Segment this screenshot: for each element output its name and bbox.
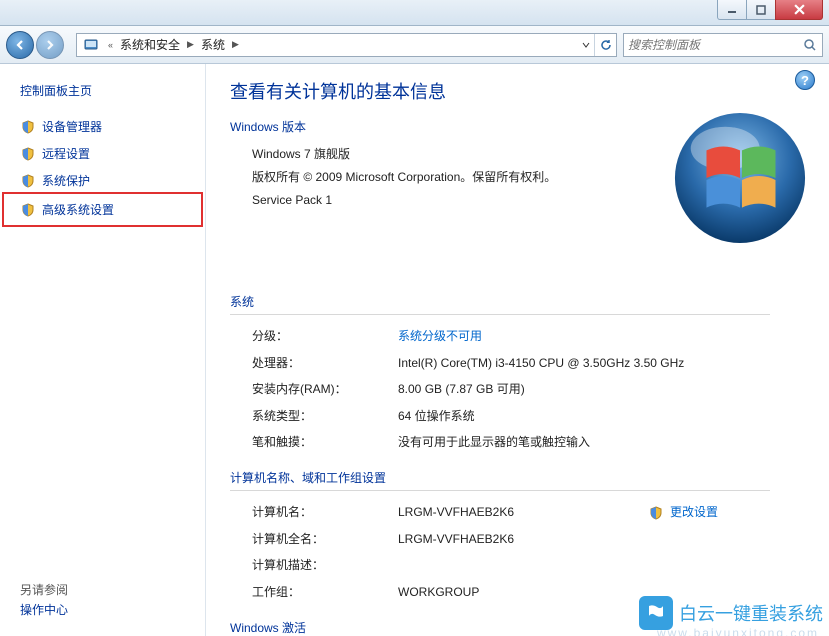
sidebar-item-advanced-system-settings[interactable]: 高级系统设置 xyxy=(6,196,199,223)
computer-fullname-value: LRGM-VVFHAEB2K6 xyxy=(398,526,805,552)
maximize-button[interactable] xyxy=(746,0,776,20)
sidebar-item-label: 高级系统设置 xyxy=(42,201,114,218)
ram-value: 8.00 GB (7.87 GB 可用) xyxy=(398,376,805,402)
window-titlebar xyxy=(0,0,829,26)
breadcrumb: « 系统和安全 ▶ 系统 ▶ xyxy=(105,34,242,56)
section-system: 系统 xyxy=(230,293,770,315)
page-title: 查看有关计算机的基本信息 xyxy=(230,78,805,104)
watermark: 白云一键重装系统 xyxy=(639,596,823,630)
processor-label: 处理器： xyxy=(252,350,398,376)
main-panel: ? 查看有关计算机的基本信息 Windows 版本 Windows 7 旗舰版 … xyxy=(206,64,829,636)
address-bar[interactable]: « 系统和安全 ▶ 系统 ▶ xyxy=(76,33,617,57)
computer-desc-label: 计算机描述： xyxy=(252,552,398,578)
search-icon[interactable] xyxy=(802,37,818,53)
computer-name-label: 计算机名： xyxy=(252,499,398,525)
sidebar-item-device-manager[interactable]: 设备管理器 xyxy=(0,113,205,140)
sidebar-item-label: 设备管理器 xyxy=(42,118,102,135)
shield-icon xyxy=(20,173,36,189)
sidebar-see-also: 另请参阅 xyxy=(20,581,68,598)
shield-icon xyxy=(20,202,36,218)
chevron-right-icon: ▶ xyxy=(184,39,197,50)
breadcrumb-root-arrow[interactable]: « xyxy=(105,40,116,50)
search-box[interactable] xyxy=(623,33,823,57)
nav-forward-button[interactable] xyxy=(36,31,64,59)
sidebar-item-remote-settings[interactable]: 远程设置 xyxy=(0,140,205,167)
pen-touch-value: 没有可用于此显示器的笔或触控输入 xyxy=(398,429,805,455)
shield-icon xyxy=(20,119,36,135)
computer-desc-value xyxy=(398,552,805,578)
system-type-value: 64 位操作系统 xyxy=(398,403,805,429)
toolbar: « 系统和安全 ▶ 系统 ▶ xyxy=(0,26,829,64)
sidebar-item-label: 远程设置 xyxy=(42,145,90,162)
rating-link[interactable]: 系统分级不可用 xyxy=(398,329,482,343)
refresh-button[interactable] xyxy=(594,34,616,56)
shield-icon xyxy=(20,146,36,162)
system-type-label: 系统类型： xyxy=(252,403,398,429)
sidebar-action-center[interactable]: 操作中心 xyxy=(20,601,68,618)
sidebar-item-label: 系统保护 xyxy=(42,172,90,189)
minimize-button[interactable] xyxy=(717,0,747,20)
watermark-badge-icon xyxy=(639,596,673,630)
computer-name-value: LRGM-VVFHAEB2K6 xyxy=(398,499,648,525)
change-settings-label: 更改设置 xyxy=(670,499,718,525)
nav-back-button[interactable] xyxy=(6,31,34,59)
window-control-buttons xyxy=(718,0,823,20)
windows-logo xyxy=(671,108,809,248)
watermark-url: www.baiyunxitong.com xyxy=(657,626,819,636)
sidebar-item-system-protection[interactable]: 系统保护 xyxy=(0,167,205,194)
watermark-brand: 白云一键重装系统 xyxy=(679,600,823,626)
content-area: 控制面板主页 设备管理器 远程设置 系统保护 高级系统设置 另请参阅 操作中心 … xyxy=(0,64,829,636)
processor-value: Intel(R) Core(TM) i3-4150 CPU @ 3.50GHz … xyxy=(398,350,805,376)
control-panel-icon xyxy=(81,35,101,55)
change-settings-link[interactable]: 更改设置 xyxy=(648,499,718,525)
sidebar: 控制面板主页 设备管理器 远程设置 系统保护 高级系统设置 另请参阅 操作中心 xyxy=(0,64,206,636)
computer-fullname-label: 计算机全名： xyxy=(252,526,398,552)
breadcrumb-level1[interactable]: 系统和安全 xyxy=(116,34,184,56)
workgroup-label: 工作组： xyxy=(252,579,398,605)
breadcrumb-level2[interactable]: 系统 xyxy=(197,34,229,56)
help-button[interactable]: ? xyxy=(795,70,815,90)
sidebar-heading[interactable]: 控制面板主页 xyxy=(0,82,205,113)
chevron-right-icon: ▶ xyxy=(229,39,242,50)
search-input[interactable] xyxy=(628,38,802,52)
close-button[interactable] xyxy=(775,0,823,20)
ram-label: 安装内存(RAM)： xyxy=(252,376,398,402)
shield-icon xyxy=(648,505,664,521)
rating-label: 分级： xyxy=(252,323,398,349)
address-dropdown[interactable] xyxy=(576,34,594,56)
pen-touch-label: 笔和触摸： xyxy=(252,429,398,455)
section-computer-name: 计算机名称、域和工作组设置 xyxy=(230,469,770,491)
